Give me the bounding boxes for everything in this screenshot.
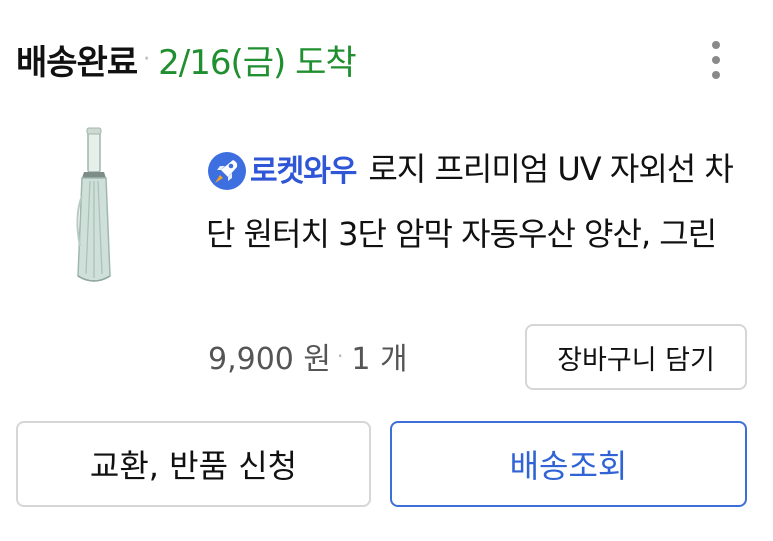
rocket-wow-label: 로켓와우	[250, 153, 357, 189]
separator-dot: ·	[337, 344, 344, 368]
price-row: 9,900 원 · 1 개	[208, 334, 408, 378]
order-header: 배송완료 · 2/16(금) 도착	[16, 30, 357, 88]
more-options-button[interactable]	[701, 38, 731, 82]
delivery-status: 배송완료	[16, 42, 138, 83]
track-delivery-button[interactable]: 배송조회	[390, 421, 747, 507]
exchange-return-button[interactable]: 교환, 반품 신청	[16, 421, 371, 507]
product-price: 9,900 원	[208, 342, 332, 377]
rocket-wow-badge: 로켓와우	[206, 140, 357, 203]
separator-dot: ·	[143, 46, 151, 72]
more-vertical-icon-dot	[712, 56, 720, 64]
add-to-cart-button[interactable]: 장바구니 담기	[525, 324, 747, 390]
rocket-icon	[208, 152, 246, 190]
arrival-date: 2/16(금) 도착	[158, 42, 357, 83]
product-quantity: 1 개	[351, 342, 408, 377]
product-title[interactable]: 로켓와우 로지 프리미엄 UV 자외선 차단 원터치 3단 암막 자동우산 양산…	[206, 138, 746, 266]
more-vertical-icon-dot	[712, 71, 720, 79]
more-vertical-icon	[712, 41, 720, 49]
order-card: 배송완료 · 2/16(금) 도착 로켓와우 로지 프리미엄 UV 자외선 차단…	[0, 0, 773, 541]
product-image[interactable]	[60, 126, 130, 296]
